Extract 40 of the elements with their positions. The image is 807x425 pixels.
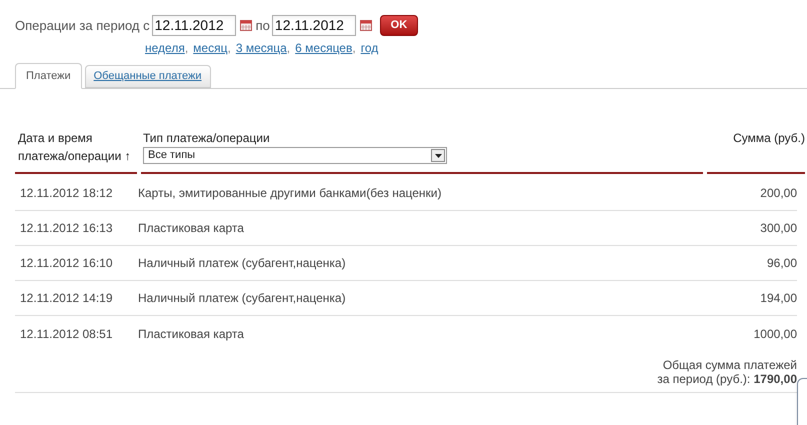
period-link[interactable]: месяц bbox=[193, 39, 228, 57]
amount-cell-text: 200,00 bbox=[760, 185, 797, 202]
date-field[interactable]: 12.11.2012 bbox=[152, 15, 236, 36]
type-cell-text: Наличный платеж (субагент,наценка) bbox=[138, 255, 347, 272]
date-cell-text: 12.11.2012 16:13 bbox=[19, 220, 114, 237]
period-label: Операции за период с bbox=[15, 16, 150, 35]
date-field[interactable]: 12.11.2012 bbox=[272, 15, 356, 36]
tab[interactable]: Обещанные платежи bbox=[84, 65, 211, 88]
amount-cell-text: 300,00 bbox=[760, 220, 797, 237]
type-cell-text: Карты, эмитированные другими банками(без наценки) bbox=[138, 185, 443, 202]
column-header: Тип платежа/операции bbox=[143, 130, 271, 147]
total-value: за период (руб.): 1790,00 bbox=[657, 372, 797, 386]
calendar-icon[interactable] bbox=[240, 20, 252, 31]
date-cell-text: 12.11.2012 08:51 bbox=[19, 326, 114, 342]
period-link[interactable]: 3 месяца bbox=[236, 39, 287, 57]
date-cell-text: 12.11.2012 16:10 bbox=[19, 255, 114, 272]
calendar-icon[interactable] bbox=[360, 20, 372, 31]
type-cell-text: Пластиковая карта bbox=[138, 220, 245, 237]
period-link[interactable]: 6 месяцев bbox=[295, 39, 352, 57]
ok-button[interactable]: OK bbox=[380, 15, 418, 36]
amount-cell-text: 194,00 bbox=[760, 290, 797, 307]
date-cell-text: 12.11.2012 18:12 bbox=[19, 185, 114, 202]
amount-cell-text: 96,00 bbox=[766, 255, 797, 272]
tab[interactable]: Платежи bbox=[15, 63, 82, 89]
comma-text: , bbox=[286, 40, 290, 57]
period-link[interactable]: год bbox=[360, 39, 378, 57]
type-dropdown[interactable]: Все типы bbox=[143, 147, 447, 164]
comma-text: , bbox=[184, 40, 188, 57]
column-header[interactable]: Дата и время платежа/операции ↑ bbox=[18, 129, 137, 165]
comma-text: , bbox=[227, 40, 231, 57]
comma-text: , bbox=[352, 40, 356, 57]
type-cell-text: Пластиковая карта bbox=[138, 326, 245, 342]
column-header: Сумма (руб.) bbox=[733, 131, 805, 145]
total-label: Общая сумма платежей bbox=[662, 358, 797, 372]
type-cell-text: Наличный платеж (субагент,наценка) bbox=[138, 290, 347, 307]
period-link[interactable]: неделя bbox=[145, 39, 185, 57]
amount-cell-text: 1000,00 bbox=[754, 326, 797, 342]
caret-icon bbox=[431, 149, 445, 162]
date-cell-text: 12.11.2012 14:19 bbox=[19, 290, 114, 307]
period-label: по bbox=[256, 16, 270, 35]
